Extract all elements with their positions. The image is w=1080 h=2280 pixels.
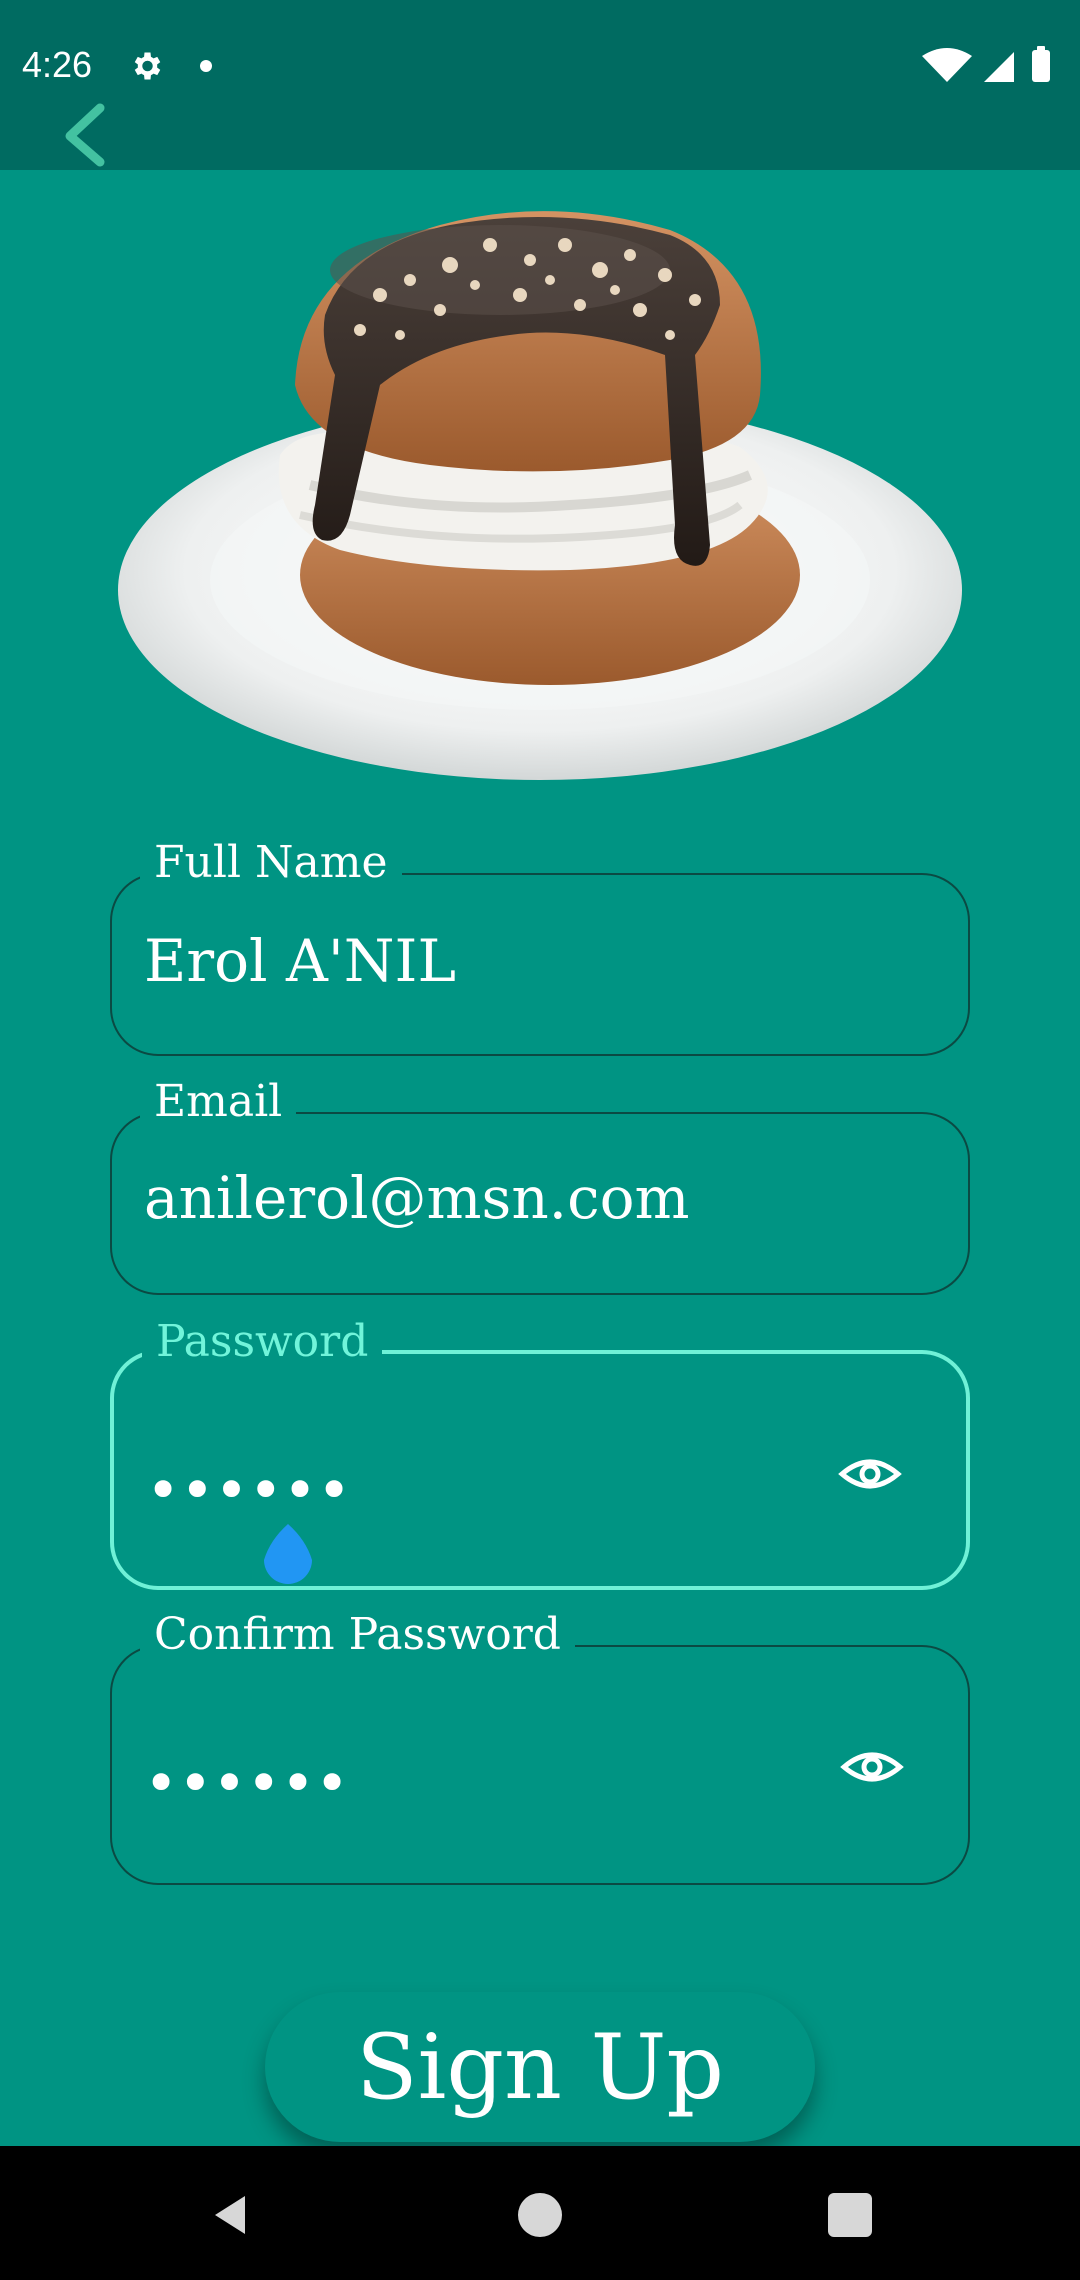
email-label: Email: [140, 1076, 297, 1127]
settings-gear-icon: [134, 52, 161, 80]
confirm-password-value: ••••••: [144, 1749, 350, 1817]
email-field[interactable]: Email anilerol@msn.com: [110, 1076, 970, 1295]
eye-icon[interactable]: [838, 1454, 902, 1494]
password-field[interactable]: Password ••••••: [110, 1316, 970, 1590]
sign-up-button[interactable]: Sign Up: [265, 1992, 815, 2142]
password-value: ••••••: [146, 1456, 352, 1524]
full-name-field[interactable]: Full Name Erol A'NIL: [110, 837, 970, 1056]
full-name-value: Erol A'NIL: [144, 927, 456, 995]
status-time: 4:26: [22, 44, 93, 85]
confirm-password-field[interactable]: Confirm Password ••••••: [110, 1609, 970, 1885]
nav-back-icon[interactable]: [205, 2190, 255, 2240]
hero-dessert-image: [118, 211, 962, 780]
confirm-password-label: Confirm Password: [140, 1609, 575, 1660]
email-value: anilerol@msn.com: [144, 1164, 690, 1232]
nav-home-icon[interactable]: [518, 2193, 562, 2237]
back-chevron-icon[interactable]: [56, 100, 116, 170]
status-icons: [922, 46, 1050, 82]
text-cursor-handle-icon[interactable]: [258, 1520, 318, 1592]
nav-recents-icon[interactable]: [828, 2193, 872, 2237]
notification-dot-icon: [200, 60, 212, 72]
eye-icon[interactable]: [840, 1747, 904, 1787]
top-app-bar: 4:26: [0, 0, 1080, 170]
password-label: Password: [142, 1316, 383, 1367]
full-name-label: Full Name: [140, 837, 402, 888]
